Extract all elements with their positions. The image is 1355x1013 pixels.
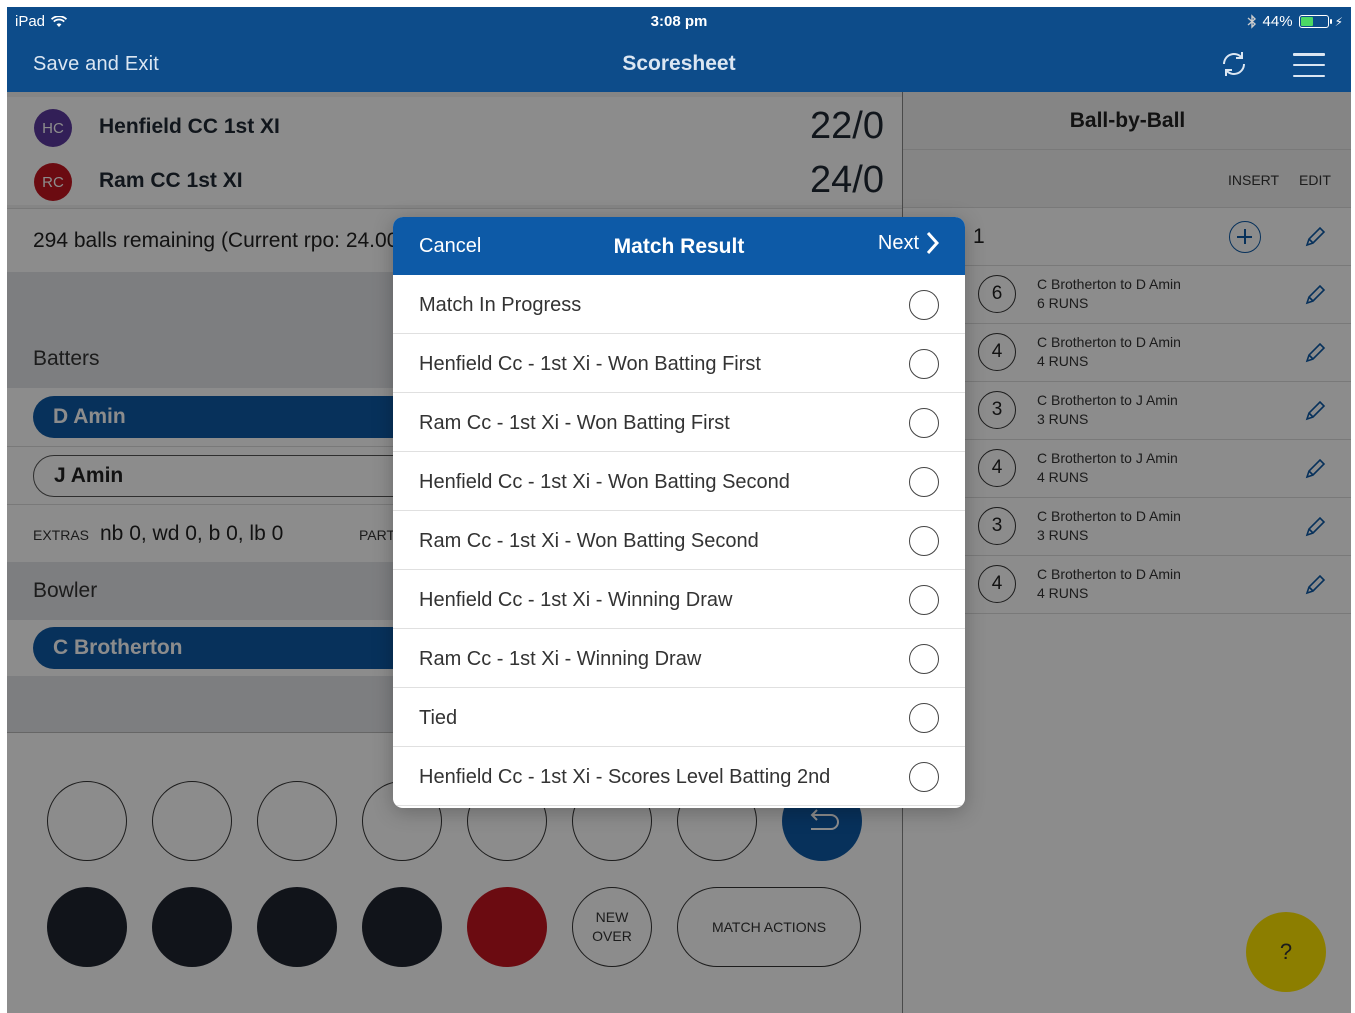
- next-label: Next: [877, 231, 919, 254]
- app-frame: iPad 3:08 pm 44% ⚡ Save and Exit Scoresh…: [7, 7, 1351, 1013]
- radio-button[interactable]: [909, 467, 939, 497]
- charging-icon: ⚡: [1334, 14, 1343, 29]
- battery-fill: [1300, 17, 1313, 26]
- result-option-label: Match In Progress: [419, 294, 582, 316]
- result-option[interactable]: Ram Cc - 1st Xi - Won Batting Second: [393, 511, 965, 570]
- radio-button[interactable]: [909, 408, 939, 438]
- result-option-label: Ram Cc - 1st Xi - Winning Draw: [419, 648, 702, 670]
- result-option[interactable]: Henfield Cc - 1st Xi - Winning Draw: [393, 570, 965, 629]
- result-option-label: Ram Cc - 1st Xi - Won Batting First: [419, 412, 730, 434]
- radio-button[interactable]: [909, 703, 939, 733]
- clock: 3:08 pm: [650, 13, 708, 30]
- battery-icon: [1298, 15, 1332, 28]
- result-option[interactable]: Henfield Cc - 1st Xi - Won Batting First: [393, 334, 965, 393]
- radio-button[interactable]: [909, 290, 939, 320]
- status-right: 44% ⚡: [1247, 13, 1343, 30]
- page-title: Scoresheet: [622, 52, 736, 75]
- result-option[interactable]: Henfield Cc - 1st Xi - Won Batting Secon…: [393, 452, 965, 511]
- nav-bar: Save and Exit Scoresheet: [7, 37, 1351, 92]
- battery-percent: 44%: [1262, 13, 1293, 30]
- radio-button[interactable]: [909, 762, 939, 792]
- save-and-exit-button[interactable]: Save and Exit: [33, 53, 159, 76]
- result-option-label: Henfield Cc - 1st Xi - Won Batting First: [419, 353, 761, 375]
- menu-icon[interactable]: [1293, 53, 1325, 77]
- radio-button[interactable]: [909, 349, 939, 379]
- result-option-label: Henfield Cc - 1st Xi - Scores Level Batt…: [419, 766, 831, 788]
- bluetooth-icon: [1247, 14, 1256, 29]
- modal-header: Cancel Match Result Next: [393, 217, 965, 275]
- result-option-label: Ram Cc - 1st Xi - Won Batting Second: [419, 530, 759, 552]
- next-button[interactable]: Next: [878, 231, 939, 255]
- result-option-label: Tied: [419, 707, 458, 729]
- match-result-modal: Cancel Match Result Next Match In Progre…: [393, 217, 965, 808]
- result-option-label: Henfield Cc - 1st Xi - Winning Draw: [419, 589, 733, 611]
- result-option[interactable]: Tied: [393, 688, 965, 747]
- result-option[interactable]: Match In Progress: [393, 275, 965, 334]
- radio-button[interactable]: [909, 585, 939, 615]
- result-option[interactable]: Ram Cc - 1st Xi - Winning Draw: [393, 629, 965, 688]
- result-option[interactable]: Ram Cc - 1st Xi - Won Batting First: [393, 393, 965, 452]
- result-option[interactable]: Henfield Cc - 1st Xi - Scores Level Batt…: [393, 747, 965, 806]
- cancel-button[interactable]: Cancel: [419, 235, 481, 258]
- result-option-label: Henfield Cc - 1st Xi - Won Batting Secon…: [419, 471, 790, 493]
- radio-button[interactable]: [909, 644, 939, 674]
- sync-icon[interactable]: [1219, 49, 1249, 79]
- status-bar: iPad 3:08 pm 44% ⚡: [7, 7, 1351, 37]
- radio-button[interactable]: [909, 526, 939, 556]
- chevron-right-icon: [926, 231, 939, 255]
